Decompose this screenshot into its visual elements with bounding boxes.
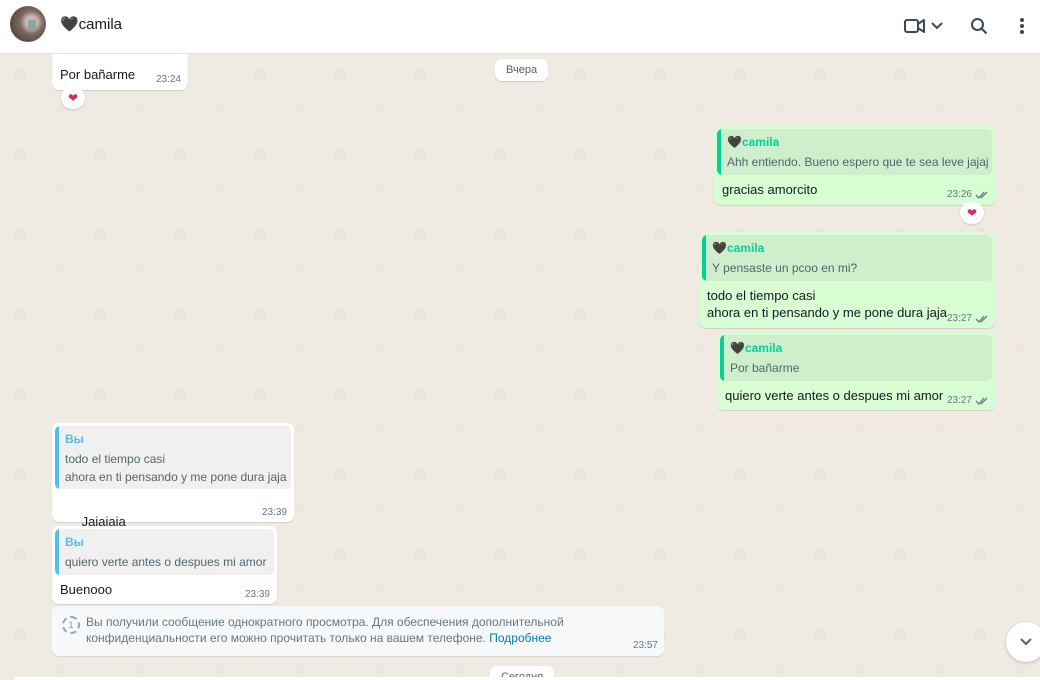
quote-author: 🖤camila <box>727 135 780 149</box>
chat-area[interactable]: Por bañarme 23:24 ❤ Вчера 🖤camila Ahh en… <box>0 54 1040 680</box>
quoted-message[interactable]: Вы todo el tiempo casi ahora en ti pensa… <box>55 426 291 489</box>
quote-author: 🖤camila <box>730 341 783 355</box>
quote-author: 🖤camila <box>712 241 765 255</box>
quote-text: Ahh entiendo. Bueno espero que te sea le… <box>727 155 989 169</box>
quoted-message[interactable]: 🖤camila Por bañarme <box>720 335 992 381</box>
read-ticks-icon <box>975 315 988 323</box>
quote-text: todo el tiempo casi ahora en ti pensando… <box>65 452 287 484</box>
message-time: 23:39 <box>244 589 270 600</box>
message-text: quiero verte antes o despues mi amor <box>725 388 944 403</box>
message-incoming[interactable]: Вы quiero verte antes o despues mi amor … <box>52 526 277 604</box>
menu-icon[interactable] <box>1012 14 1032 38</box>
reaction-badge[interactable]: ❤ <box>960 202 984 224</box>
chat-header: 🖤camila <box>0 0 1040 54</box>
search-icon[interactable] <box>966 14 992 38</box>
learn-more-link[interactable]: Подробнее <box>489 631 551 645</box>
chevron-down-icon <box>1020 638 1032 646</box>
message-outgoing[interactable]: 🖤camila Y pensaste un pcoo en mi? todo e… <box>699 232 995 328</box>
video-call-icon[interactable] <box>902 14 928 38</box>
message-outgoing[interactable]: 🖤camila Ahh entiendo. Bueno espero que t… <box>714 126 995 205</box>
message-time: 23:26 <box>946 189 972 200</box>
reaction-badge[interactable]: ❤ <box>61 87 85 109</box>
contact-name[interactable]: 🖤camila <box>60 15 122 33</box>
quoted-message[interactable]: Вы quiero verte antes o despues mi amor <box>55 529 274 575</box>
message-text: Buenooo <box>60 582 113 597</box>
message-time: 23:24 <box>155 74 181 85</box>
quoted-message[interactable]: 🖤camila Ahh entiendo. Bueno espero que t… <box>717 129 992 175</box>
date-divider: Вчера <box>495 59 549 81</box>
message-time: 23:27 <box>946 395 972 406</box>
quote-text: Por bañarme <box>730 361 800 375</box>
message-time: 23:27 <box>946 313 972 324</box>
message-incoming[interactable]: Por bañarme 23:24 <box>52 54 188 90</box>
read-ticks-icon <box>975 397 988 405</box>
chevron-down-icon[interactable] <box>928 14 946 38</box>
message-text: gracias amorcito <box>722 182 818 197</box>
quoted-message[interactable]: 🖤camila Y pensaste un pcoo en mi? <box>702 235 992 281</box>
view-once-icon: 1 <box>62 616 80 634</box>
view-once-notice: 1 Вы получили сообщение однократного про… <box>52 606 664 656</box>
quote-text: quiero verte antes o despues mi amor <box>65 555 267 569</box>
message-outgoing[interactable]: 🖤camila Por bañarme quiero verte antes o… <box>717 332 995 410</box>
quote-author: Вы <box>65 535 84 549</box>
message-incoming[interactable]: Вы todo el tiempo casi ahora en ti pensa… <box>52 423 294 549</box>
read-ticks-icon <box>975 191 988 199</box>
message-time: 23:57 <box>632 640 658 651</box>
quote-author: Вы <box>65 432 84 446</box>
message-text: Por bañarme <box>60 67 136 82</box>
scroll-down-button[interactable] <box>1006 622 1040 662</box>
contact-avatar[interactable] <box>10 6 46 42</box>
quote-text: Y pensaste un pcoo en mi? <box>712 261 858 275</box>
message-time: 23:39 <box>261 507 287 518</box>
message-text: todo el tiempo casi ahora en ti pensando… <box>707 288 947 320</box>
